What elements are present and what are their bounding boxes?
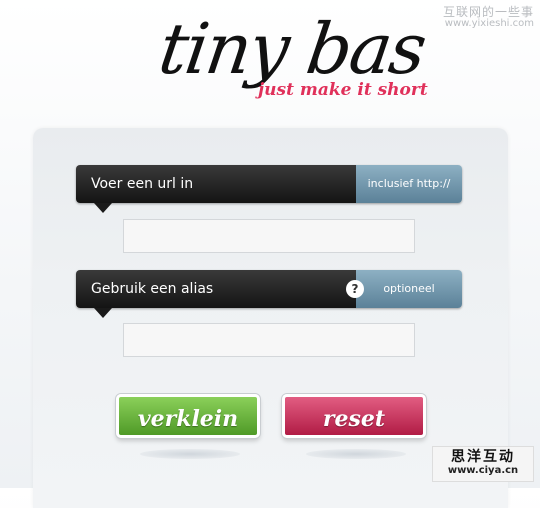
- help-icon[interactable]: ?: [346, 280, 364, 298]
- watermark-bottom-text: 思洋互动: [451, 449, 515, 465]
- watermark-bottom-url: www.ciya.cn: [447, 465, 519, 476]
- shorten-button-shadow: [140, 449, 240, 459]
- alias-pointer-icon: [94, 308, 112, 318]
- url-hint: inclusief http://: [356, 165, 462, 203]
- alias-hint-text: optioneel: [383, 282, 435, 295]
- alias-hint: ? optioneel: [346, 270, 462, 308]
- alias-header-bar: Gebruik een alias ? optioneel: [76, 270, 462, 308]
- shorten-button[interactable]: verklein: [116, 394, 260, 438]
- alias-input[interactable]: [123, 323, 415, 357]
- url-hint-text: inclusief http://: [367, 177, 451, 190]
- reset-button[interactable]: reset: [282, 394, 426, 438]
- url-header-bar: Voer een url in inclusief http://: [76, 165, 462, 203]
- logo: tiny bas just make it short: [154, 4, 460, 104]
- reset-button-shadow: [306, 449, 406, 459]
- url-pointer-icon: [94, 203, 112, 213]
- url-input[interactable]: [123, 219, 415, 253]
- watermark-bottom-badge: 思洋互动 www.ciya.cn: [432, 446, 534, 482]
- logo-tagline: just make it short: [258, 80, 428, 100]
- alias-label: Gebruik een alias: [76, 270, 356, 308]
- url-label: Voer een url in: [76, 165, 356, 203]
